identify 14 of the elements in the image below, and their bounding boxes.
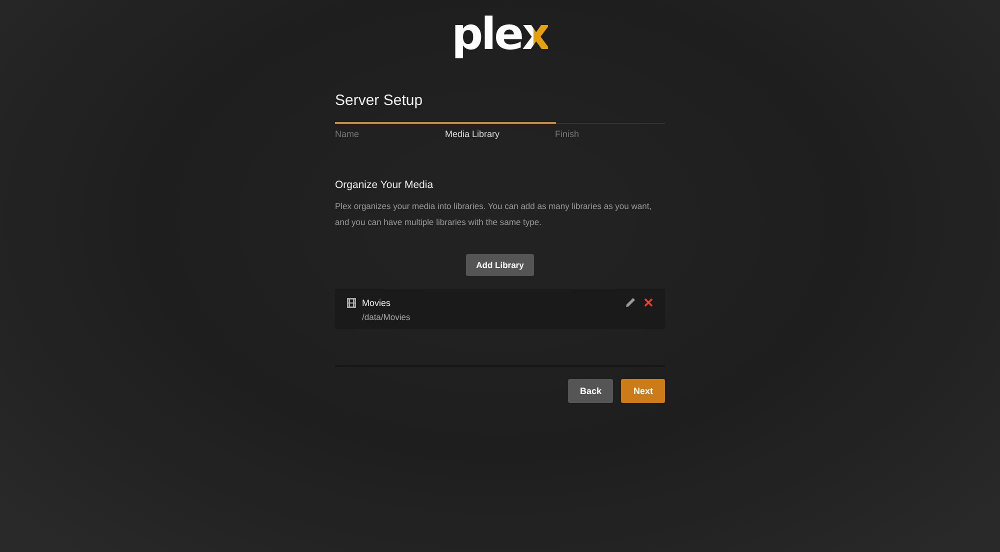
back-button[interactable]: Back xyxy=(568,379,614,403)
film-icon xyxy=(347,298,356,308)
page-title: Server Setup xyxy=(335,92,424,109)
step-label: Media Library xyxy=(445,129,501,139)
step-label: Name xyxy=(335,129,360,139)
library-name: Movies xyxy=(362,298,391,308)
step-label: Finish xyxy=(555,129,580,139)
library-path: /data/Movies xyxy=(362,312,412,322)
close-icon[interactable] xyxy=(644,298,653,307)
logo: plex xyxy=(452,10,548,60)
section-heading: Organize Your Media xyxy=(335,179,434,191)
add-library-button[interactable]: Add Library xyxy=(466,254,534,276)
description: Plex organizes your media into libraries. You can add as many libraries as you want, and you can have multiple libraries with the same type. xyxy=(335,200,653,229)
edit-icon[interactable] xyxy=(625,297,636,308)
